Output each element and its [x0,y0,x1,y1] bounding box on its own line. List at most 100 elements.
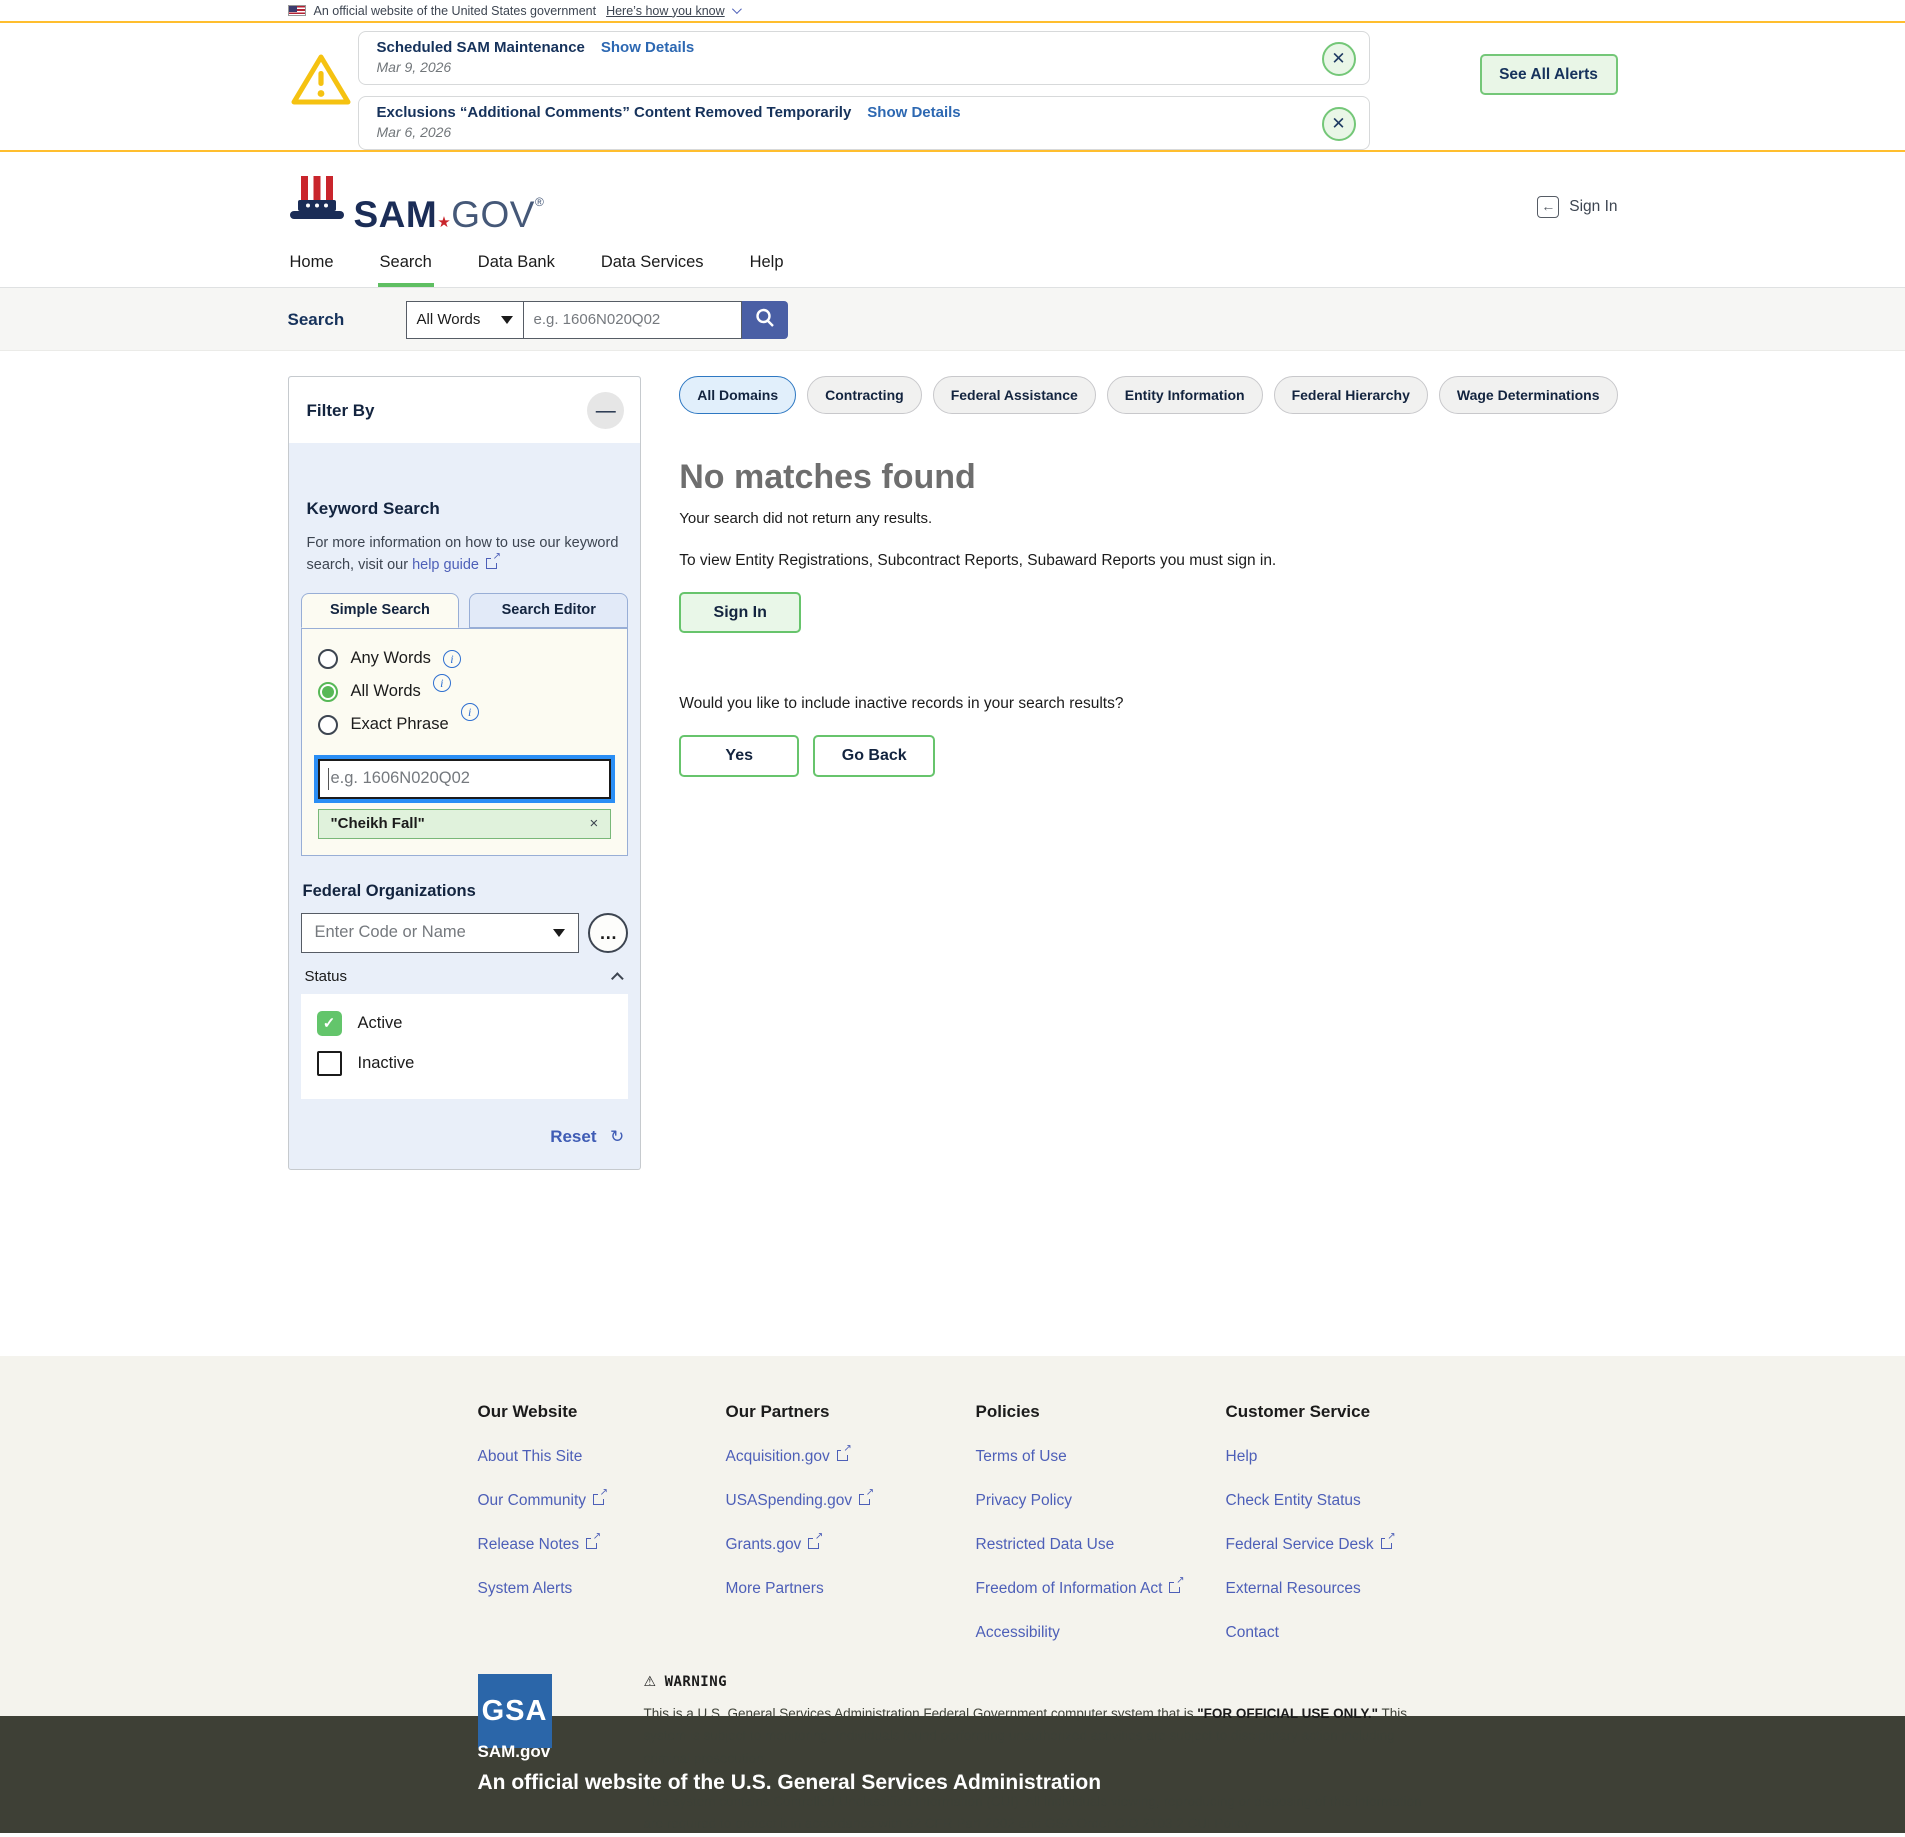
warning-heading: ⚠WARNING [644,1674,1444,1690]
footer-link-release-notes[interactable]: Release Notes [478,1536,726,1554]
footer-link-privacy-policy[interactable]: Privacy Policy [976,1492,1226,1510]
close-icon[interactable]: ✕ [1322,42,1356,76]
radio-all-words-label: All Words [351,682,421,701]
search-mode-value: All Words [417,311,481,328]
chip-remove-icon[interactable]: × [589,815,598,832]
footer-link-accessibility[interactable]: Accessibility [976,1624,1226,1642]
status-option-active[interactable]: ✓ Active [317,1011,613,1036]
warning-triangle-icon [290,51,352,114]
footer-column-heading: Our Website [478,1402,726,1422]
nav-item-search[interactable]: Search [378,240,434,287]
global-search-input[interactable] [524,301,742,339]
reset-filters-link[interactable]: Reset [550,1127,596,1146]
domain-pill-all-domains[interactable]: All Domains [679,376,796,414]
external-link-icon [1169,1582,1180,1593]
federal-org-select[interactable]: Enter Code or Name [301,913,580,953]
footer-link-restricted-data-use[interactable]: Restricted Data Use [976,1536,1226,1554]
footer-link-acquisition-gov[interactable]: Acquisition.gov [726,1448,976,1466]
radio-all-words[interactable] [318,682,338,702]
search-results-area: All Domains Contracting Federal Assistan… [679,376,1617,1170]
alerts-section: Scheduled SAM Maintenance Show Details M… [0,23,1905,152]
footer-column-our-website: Our Website About This Site Our Communit… [478,1402,726,1668]
keyword-help-text: For more information on how to use our k… [307,532,623,577]
keyword-chip-label: "Cheikh Fall" [331,815,425,832]
nav-item-data-services[interactable]: Data Services [599,240,706,287]
footer-column-policies: Policies Terms of Use Privacy Policy Res… [976,1402,1226,1668]
sign-in-arrow-icon: ← [1537,196,1559,218]
close-icon[interactable]: ✕ [1322,107,1356,141]
footer-link-our-community[interactable]: Our Community [478,1492,726,1510]
nav-item-help[interactable]: Help [748,240,786,287]
footer-link-help[interactable]: Help [1226,1448,1476,1466]
tab-search-editor[interactable]: Search Editor [469,593,628,628]
footer-link-system-alerts[interactable]: System Alerts [478,1580,726,1598]
alert-card: Scheduled SAM Maintenance Show Details M… [358,31,1370,85]
radio-exact-phrase[interactable] [318,715,338,735]
sign-in-link[interactable]: ← Sign In [1537,196,1617,218]
checkbox-checked-icon[interactable]: ✓ [317,1011,342,1036]
nav-item-home[interactable]: Home [288,240,336,287]
include-inactive-question: Would you like to include inactive recor… [679,695,1617,713]
footer-column-heading: Customer Service [1226,1402,1476,1422]
keyword-input-placeholder: e.g. 1606N020Q02 [331,769,470,788]
external-link-icon [837,1450,848,1461]
radio-any-words-label: Any Words [351,649,431,668]
alert-title: Exclusions “Additional Comments” Content… [377,104,852,121]
footer-link-contact[interactable]: Contact [1226,1624,1476,1642]
external-link-icon [586,1538,597,1549]
footer-link-about-this-site[interactable]: About This Site [478,1448,726,1466]
more-options-button[interactable]: … [588,913,628,953]
tab-simple-search[interactable]: Simple Search [301,593,460,628]
info-icon[interactable]: i [461,703,479,721]
footer-link-federal-service-desk[interactable]: Federal Service Desk [1226,1536,1476,1554]
footer-link-more-partners[interactable]: More Partners [726,1580,976,1598]
nav-item-data-bank[interactable]: Data Bank [476,240,557,287]
go-back-button[interactable]: Go Back [813,735,935,777]
footer-link-usaspending-gov[interactable]: USASpending.gov [726,1492,976,1510]
footer-column-heading: Our Partners [726,1402,976,1422]
radio-exact-phrase-label: Exact Phrase [351,715,449,734]
info-icon[interactable]: i [433,674,451,692]
domain-pill-contracting[interactable]: Contracting [807,376,922,414]
usa-gov-banner: An official website of the United States… [0,0,1905,23]
status-option-inactive[interactable]: Inactive [317,1051,613,1076]
footer-link-terms-of-use[interactable]: Terms of Use [976,1448,1226,1466]
footer-link-grants-gov[interactable]: Grants.gov [726,1536,976,1554]
alert-show-details-link[interactable]: Show Details [601,39,694,56]
sign-in-label: Sign In [1569,198,1617,216]
search-submit-button[interactable] [742,301,788,339]
keyword-search-heading: Keyword Search [307,499,623,519]
external-link-icon [593,1494,604,1505]
external-link-icon [808,1538,819,1549]
domain-pill-wage-determinations[interactable]: Wage Determinations [1439,376,1618,414]
sam-gov-logo[interactable]: SAM★GOV® [288,174,545,233]
search-mode-select[interactable]: All Words [406,301,524,339]
domain-pill-federal-assistance[interactable]: Federal Assistance [933,376,1096,414]
alert-show-details-link[interactable]: Show Details [867,104,960,121]
yes-button[interactable]: Yes [679,735,799,777]
main-nav: Home Search Data Bank Data Services Help [0,240,1905,288]
see-all-alerts-button[interactable]: See All Alerts [1480,54,1618,95]
star-icon: ★ [437,214,451,231]
domain-pill-federal-hierarchy[interactable]: Federal Hierarchy [1274,376,1428,414]
domain-pill-entity-information[interactable]: Entity Information [1107,376,1263,414]
alert-title: Scheduled SAM Maintenance [377,39,585,56]
info-icon[interactable]: i [443,650,461,668]
keyword-input[interactable]: e.g. 1606N020Q02 [318,759,612,799]
how-you-know-link[interactable]: Here’s how you know [606,4,725,18]
footer-link-external-resources[interactable]: External Resources [1226,1580,1476,1598]
footer-column-heading: Policies [976,1402,1226,1422]
footer-link-check-entity-status[interactable]: Check Entity Status [1226,1492,1476,1510]
collapse-filters-button[interactable]: — [587,392,624,429]
footer-link-foia[interactable]: Freedom of Information Act [976,1580,1226,1598]
federal-organizations-heading: Federal Organizations [303,882,627,901]
simple-search-panel: Any Words i All Words i Exact Phrase i [301,628,629,856]
radio-any-words[interactable] [318,649,338,669]
keyword-chip: "Cheikh Fall" × [318,809,612,839]
checkbox-unchecked-icon[interactable] [317,1051,342,1076]
status-active-label: Active [358,1014,403,1033]
chevron-up-icon[interactable] [611,972,624,985]
help-guide-link[interactable]: help guide [412,557,497,573]
sign-in-button[interactable]: Sign In [679,592,801,633]
filter-panel-title: Filter By [307,401,375,421]
